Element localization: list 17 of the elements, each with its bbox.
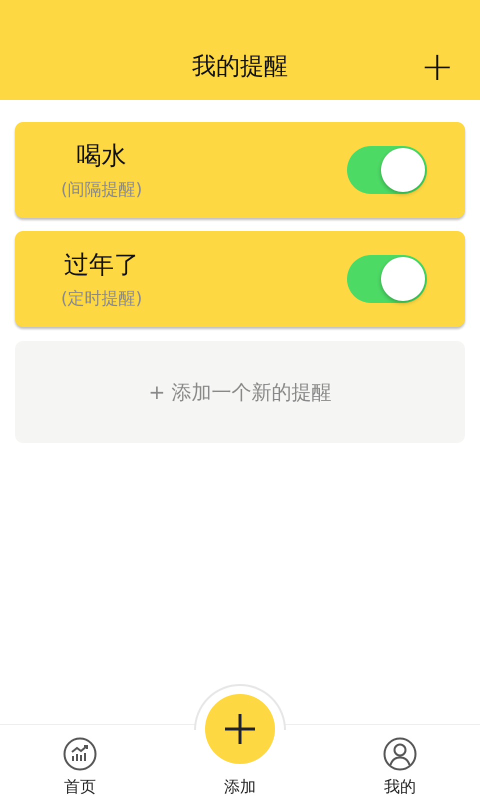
- reminder-card[interactable]: 过年了 (定时提醒): [15, 231, 465, 327]
- page-title: 我的提醒: [192, 51, 288, 82]
- toggle-switch[interactable]: [347, 146, 427, 194]
- add-circle[interactable]: [205, 694, 275, 764]
- reminder-type: (定时提醒): [61, 288, 142, 310]
- add-button[interactable]: +: [420, 52, 454, 82]
- tab-item[interactable]: 添加: [160, 684, 320, 800]
- tab-item[interactable]: 我的: [320, 725, 480, 800]
- chart-icon: [63, 737, 97, 771]
- plus-icon: [224, 713, 256, 745]
- reminder-type: (间隔提醒): [61, 179, 142, 201]
- reminder-card[interactable]: 喝水 (间隔提醒): [15, 122, 465, 218]
- reminder-title: 过年了: [64, 249, 140, 281]
- reminder-title: 喝水: [76, 140, 127, 172]
- tab-item[interactable]: 首页: [0, 725, 160, 800]
- user-icon: [383, 737, 417, 771]
- toggle-switch[interactable]: [347, 255, 427, 303]
